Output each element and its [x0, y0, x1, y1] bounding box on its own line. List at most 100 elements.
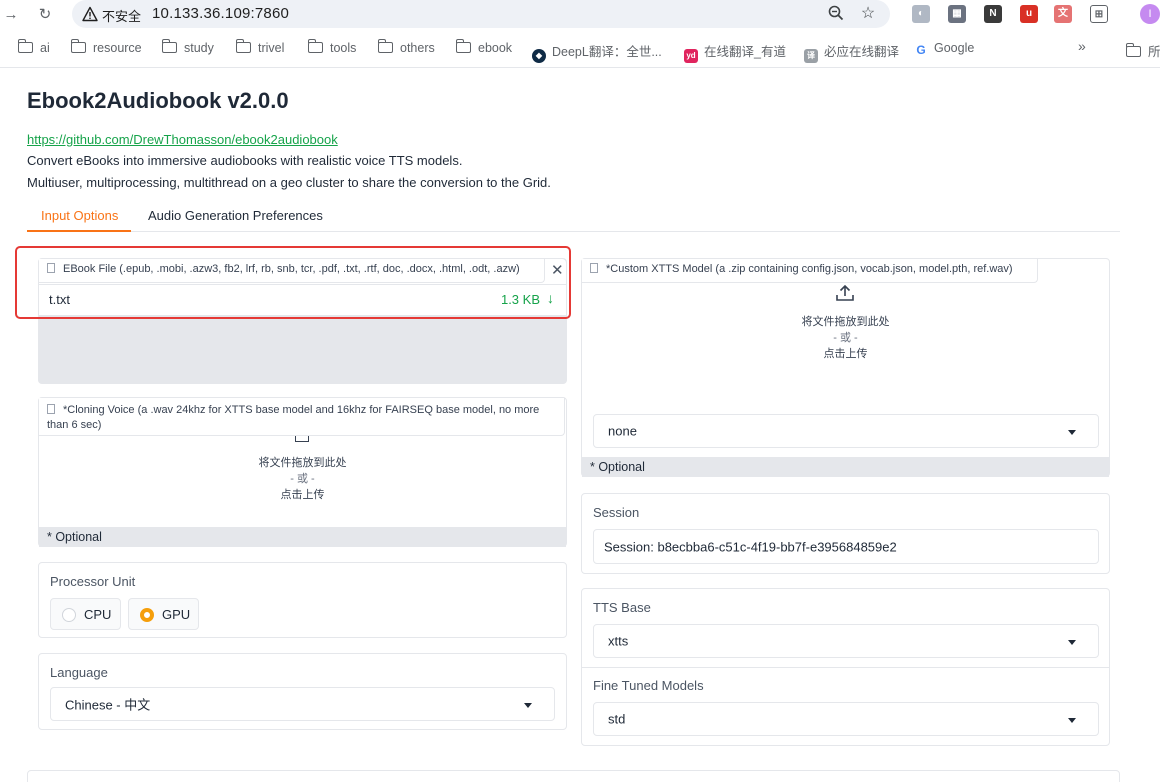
optional-note: * Optional: [39, 527, 566, 547]
bookmark-youdao[interactable]: yd 在线翻译_有道: [684, 41, 786, 63]
language-value: Chinese - 中文: [65, 697, 151, 713]
qr-extension-icon[interactable]: ▦: [948, 5, 966, 23]
cloning-voice-label-line1: *Cloning Voice (a .wav 24khz for XTTS ba…: [63, 404, 540, 416]
notion-extension-icon[interactable]: N: [984, 5, 1002, 23]
forward-icon[interactable]: →: [0, 4, 22, 26]
tab-audio-generation-preferences[interactable]: Audio Generation Preferences: [148, 208, 323, 223]
custom-model-upload[interactable]: *Custom XTTS Model (a .zip containing co…: [581, 258, 1110, 477]
cloning-voice-upload[interactable]: *Cloning Voice (a .wav 24khz for XTTS ba…: [38, 397, 567, 547]
bookmarks-overflow-icon[interactable]: »: [1078, 38, 1086, 54]
custom-model-dropzone[interactable]: 将文件拖放到此处 - 或 - 点击上传: [582, 314, 1109, 362]
bookmark-label: ebook: [478, 41, 513, 55]
chevron-down-icon: [1068, 640, 1076, 645]
bookmark-label: 必应在线翻译: [824, 45, 900, 59]
youdao-icon: yd: [684, 49, 698, 63]
cloning-voice-label-line2: than 6 sec): [47, 419, 102, 431]
chevron-down-icon: [524, 703, 532, 708]
folder-icon: [307, 39, 323, 53]
drop-text: 将文件拖放到此处: [801, 316, 890, 328]
bookmark-label: trivel: [258, 41, 285, 55]
extensions-puzzle-icon[interactable]: ⊞: [1090, 5, 1108, 23]
address-bar[interactable]: 不安全 10.133.36.109:7860 ☆: [72, 0, 890, 28]
radio-cpu[interactable]: CPU: [50, 598, 121, 630]
divider: [582, 667, 1109, 668]
profile-avatar[interactable]: I: [1140, 4, 1160, 24]
reload-icon[interactable]: ↻: [34, 4, 56, 26]
session-label: Session: [593, 505, 640, 520]
chevron-down-icon: [1068, 718, 1076, 723]
language-select[interactable]: Chinese - 中文: [50, 687, 555, 721]
radio-dot: [62, 608, 76, 622]
fine-tuned-select[interactable]: std: [593, 702, 1099, 736]
bookmark-label: resource: [93, 41, 142, 55]
bookmark-label: ai: [40, 41, 50, 55]
description-line-1: Convert eBooks into immersive audiobooks…: [27, 153, 463, 168]
radio-dot-selected: [140, 608, 154, 622]
language-group: Language Chinese - 中文: [38, 653, 567, 730]
or-text: - 或 -: [833, 332, 858, 344]
file-icon: [590, 263, 598, 273]
translate-extension-icon[interactable]: 文: [1054, 5, 1072, 23]
folder-icon: [377, 39, 393, 53]
file-icon: [47, 404, 55, 414]
bookmark-folder-ebook[interactable]: ebook: [455, 39, 513, 55]
processor-unit-label: Processor Unit: [50, 574, 136, 589]
bookmark-folder-study[interactable]: study: [161, 39, 214, 55]
bookmark-label: DeepL翻译：全世...: [552, 45, 662, 59]
bookmark-deepl[interactable]: ◆ DeepL翻译：全世...: [532, 41, 662, 63]
tab-input-options[interactable]: Input Options: [41, 208, 118, 223]
extension-icon[interactable]: ◐: [912, 5, 930, 23]
description-line-2: Multiuser, multiprocessing, multithread …: [27, 175, 551, 190]
cloning-voice-label: *Cloning Voice (a .wav 24khz for XTTS ba…: [39, 398, 565, 436]
annotation-highlight-box: [15, 246, 571, 319]
all-bookmarks-folder[interactable]: 所: [1125, 41, 1160, 60]
radio-gpu[interactable]: GPU: [128, 598, 199, 630]
session-field[interactable]: Session: b8ecbba6-c51c-4f19-bb7f-e395684…: [593, 529, 1099, 564]
processor-unit-group: Processor Unit CPU GPU: [38, 562, 567, 638]
deepl-icon: ◆: [532, 49, 546, 63]
bookmark-folder-trivel[interactable]: trivel: [235, 39, 285, 55]
bookmark-folder-tools[interactable]: tools: [307, 39, 357, 55]
google-icon: G: [914, 43, 928, 57]
bookmark-label: 所: [1148, 45, 1160, 59]
upload-icon: [836, 284, 854, 301]
ublock-extension-icon[interactable]: u: [1020, 5, 1038, 23]
github-link[interactable]: https://github.com/DrewThomasson/ebook2a…: [27, 132, 338, 147]
warning-icon[interactable]: [82, 6, 98, 22]
bookmark-label: others: [400, 41, 435, 55]
bookmark-folder-others[interactable]: others: [377, 39, 435, 55]
browser-toolbar: → ↻ 不安全 10.133.36.109:7860 ☆ ◐ ▦ N u 文 ⊞…: [0, 0, 1160, 30]
folder-icon: [17, 39, 33, 53]
upload-icon: [295, 436, 309, 442]
url-text[interactable]: 10.133.36.109:7860: [152, 5, 289, 22]
bookmark-label: tools: [330, 41, 357, 55]
tab-bar: Input Options Audio Generation Preferenc…: [27, 200, 1120, 232]
tts-base-value: xtts: [608, 633, 629, 649]
custom-model-select[interactable]: none: [593, 414, 1099, 448]
bookmarks-bar: ai resource study trivel tools others eb…: [0, 30, 1160, 68]
click-upload-text: 点击上传: [280, 489, 325, 501]
fine-tuned-label: Fine Tuned Models: [593, 678, 704, 693]
custom-model-value: none: [608, 423, 637, 439]
bookmark-bing-translate[interactable]: 译必应在线翻译: [804, 41, 899, 63]
or-text: - 或 -: [290, 473, 315, 485]
folder-icon: [70, 39, 86, 53]
insecure-label[interactable]: 不安全: [102, 6, 141, 25]
fine-tuned-value: std: [608, 711, 626, 727]
tts-base-select[interactable]: xtts: [593, 624, 1099, 658]
bookmark-folder-ai[interactable]: ai: [17, 39, 50, 55]
folder-icon: [455, 39, 471, 53]
bookmark-google[interactable]: G Google: [914, 41, 974, 57]
bookmark-folder-resource[interactable]: resource: [70, 39, 142, 55]
click-upload-text: 点击上传: [823, 348, 868, 360]
custom-model-label: *Custom XTTS Model (a .zip containing co…: [582, 259, 1038, 283]
zoom-icon[interactable]: [826, 4, 846, 24]
cloning-voice-dropzone[interactable]: 将文件拖放到此处 - 或 - 点击上传: [39, 455, 566, 503]
page-title: Ebook2Audiobook v2.0.0: [27, 88, 289, 113]
tts-settings-group: TTS Base xtts Fine Tuned Models std: [581, 588, 1110, 746]
folder-icon: [1125, 43, 1141, 57]
language-label: Language: [50, 665, 108, 680]
radio-label: CPU: [84, 607, 112, 622]
bookmark-star-icon[interactable]: ☆: [858, 4, 878, 24]
bookmark-label: Google: [934, 41, 975, 55]
